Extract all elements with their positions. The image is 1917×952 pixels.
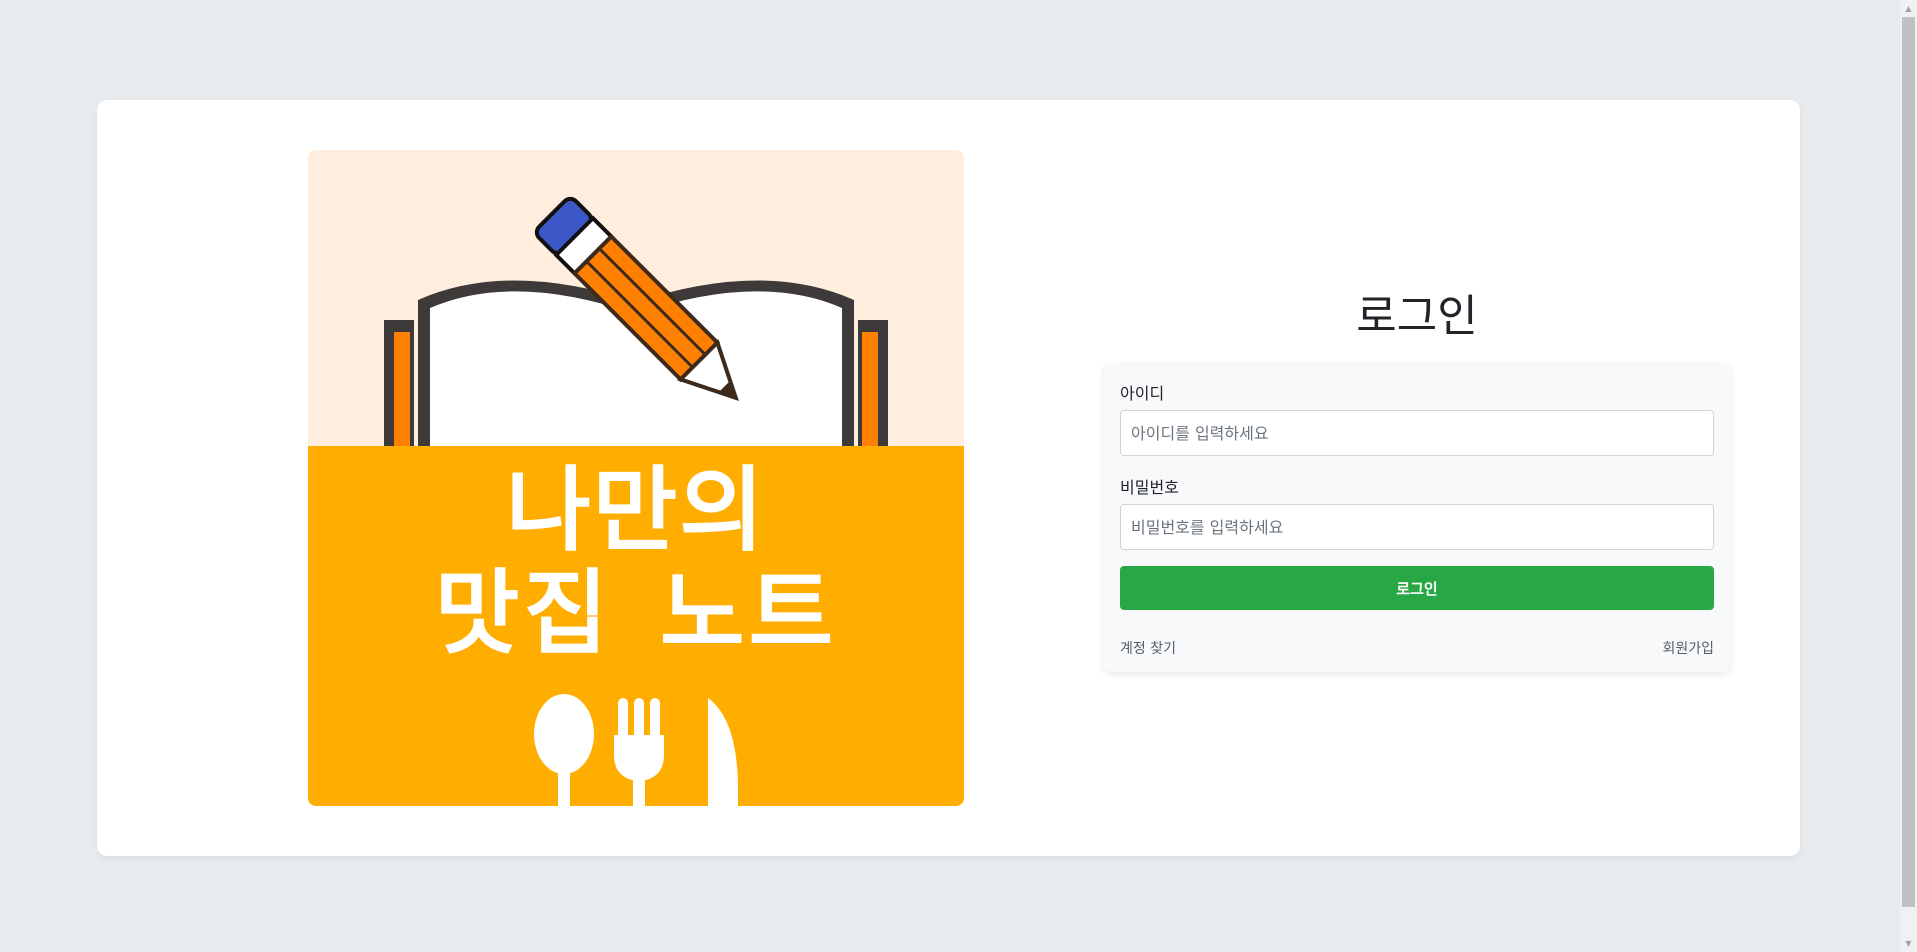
page-title: 로그인 — [1356, 291, 1478, 342]
scroll-thumb[interactable] — [1902, 17, 1915, 907]
find-account-link[interactable]: 계정 찾기 — [1120, 638, 1176, 658]
logo-title-line2: 맛집 노트 — [434, 560, 838, 667]
logo-title-line1: 나만의 — [506, 457, 766, 564]
username-input[interactable] — [1120, 410, 1714, 456]
login-button[interactable]: 로그인 — [1120, 566, 1714, 610]
scroll-down-arrow-icon[interactable]: ▼ — [1900, 935, 1917, 952]
signup-link[interactable]: 회원가입 — [1662, 638, 1714, 658]
username-label: 아이디 — [1120, 384, 1165, 403]
login-form: 아이디 비밀번호 로그인 계정 찾기 회원가입 — [1104, 364, 1730, 672]
password-input[interactable] — [1120, 504, 1714, 550]
app-logo: 나만의 맛집 노트 — [308, 150, 964, 806]
password-label: 비밀번호 — [1120, 478, 1179, 497]
scroll-up-arrow-icon[interactable]: ▲ — [1900, 0, 1917, 17]
vertical-scrollbar[interactable]: ▲ ▼ — [1900, 0, 1917, 952]
